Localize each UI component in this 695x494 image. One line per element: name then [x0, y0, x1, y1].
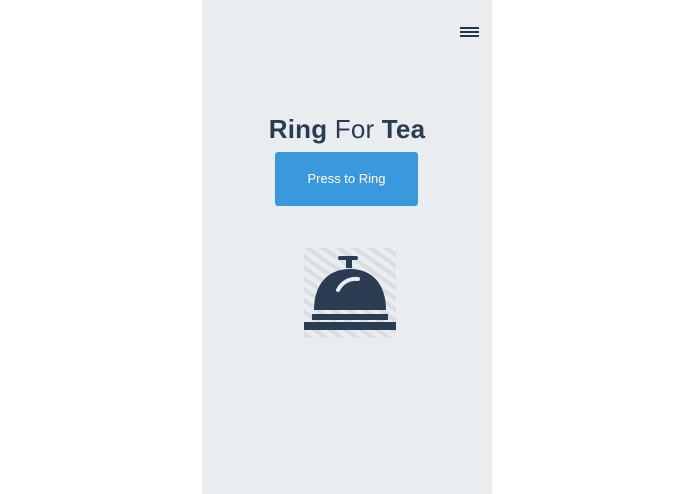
press-to-ring-button[interactable]: Press to Ring: [275, 152, 418, 206]
title-word-tea: Tea: [381, 114, 426, 144]
menu-bar-top: [460, 27, 479, 29]
page-title: Ring For Tea: [202, 113, 492, 145]
service-bell-icon: [304, 248, 396, 338]
title-word-for: For: [334, 114, 375, 144]
hamburger-menu-icon[interactable]: [460, 25, 479, 40]
title-word-ring: Ring: [268, 114, 328, 144]
menu-bar-bottom: [460, 35, 479, 37]
app-screen: Ring For Tea Press to Ring: [202, 0, 492, 494]
menu-bar-middle: [460, 31, 479, 33]
page: Ring For Tea Press to Ring: [0, 0, 695, 494]
